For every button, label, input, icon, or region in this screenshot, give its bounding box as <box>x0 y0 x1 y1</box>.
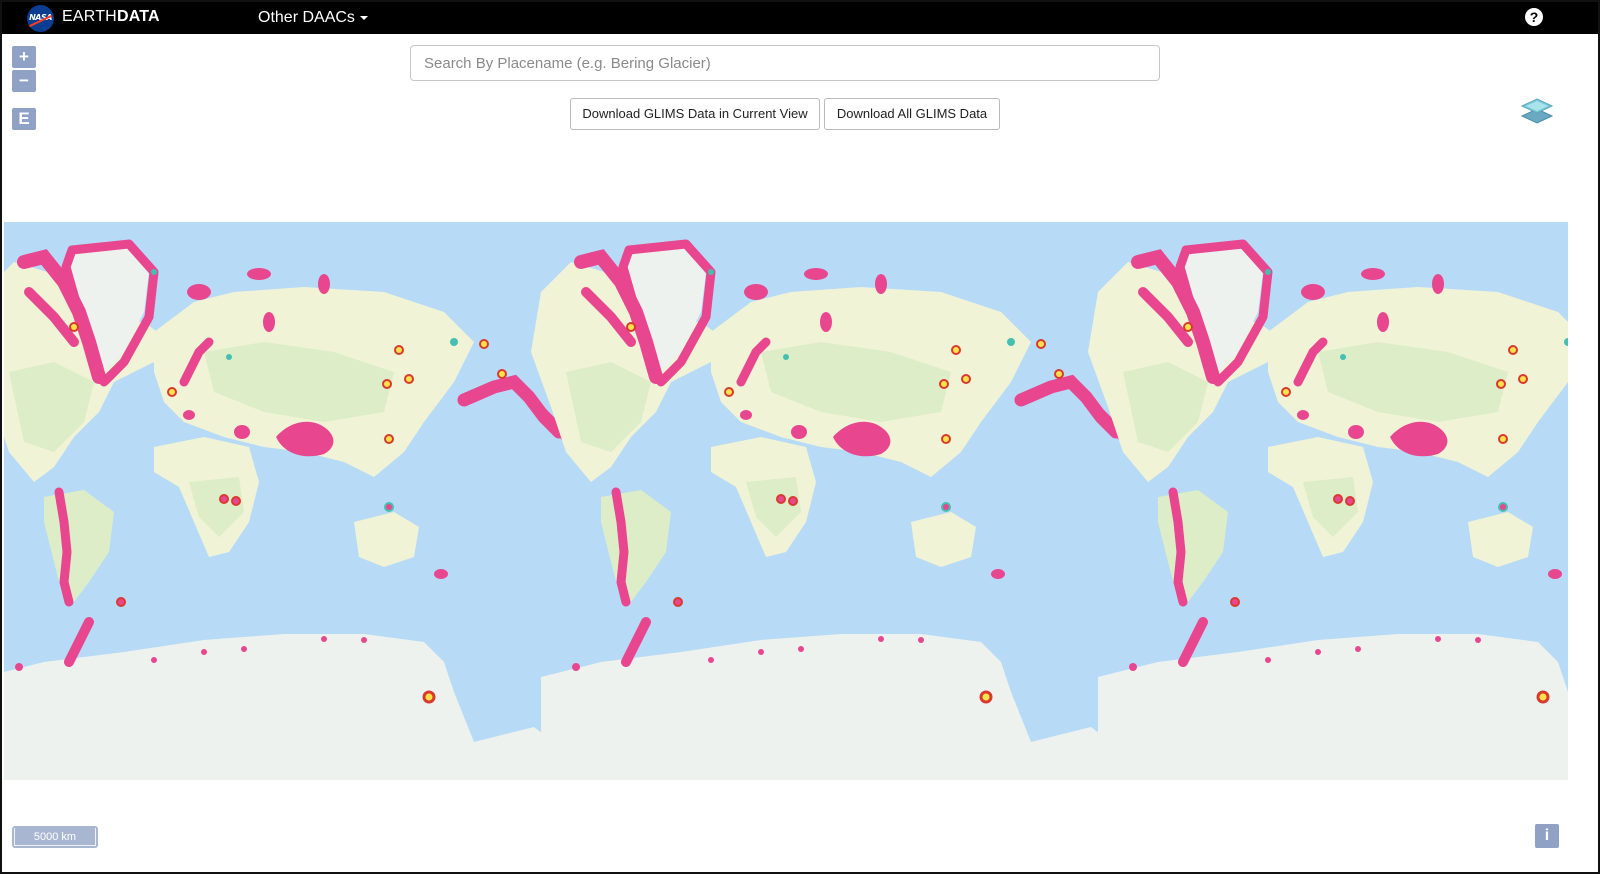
download-all-button[interactable]: Download All GLIMS Data <box>824 98 1000 130</box>
zoom-out-button[interactable]: − <box>12 70 36 92</box>
brand-bold: DATA <box>116 8 160 25</box>
app-frame: NASA EARTHDATA Other DAACs ? + − E Downl… <box>0 0 1600 874</box>
zoom-in-button[interactable]: + <box>12 46 36 68</box>
other-daacs-label: Other DAACs <box>258 9 355 26</box>
placename-search-input[interactable] <box>410 45 1160 81</box>
earthdata-brand[interactable]: EARTHDATA <box>62 8 160 26</box>
glacier-world-map[interactable] <box>4 222 1568 780</box>
top-navbar: NASA EARTHDATA Other DAACs ? <box>2 2 1598 34</box>
zoom-to-extent-button[interactable]: E <box>12 108 36 130</box>
brand-light: EARTH <box>62 8 117 25</box>
other-daacs-dropdown[interactable]: Other DAACs <box>258 9 368 27</box>
info-icon[interactable]: i <box>1535 824 1559 848</box>
layers-icon[interactable] <box>1520 96 1554 126</box>
nasa-logo-icon[interactable]: NASA <box>27 5 54 32</box>
scale-bar: 5000 km <box>12 826 98 848</box>
scale-bar-label: 5000 km <box>14 828 96 846</box>
download-current-view-button[interactable]: Download GLIMS Data in Current View <box>570 98 820 130</box>
caret-down-icon <box>359 15 368 20</box>
help-icon[interactable]: ? <box>1525 8 1543 26</box>
